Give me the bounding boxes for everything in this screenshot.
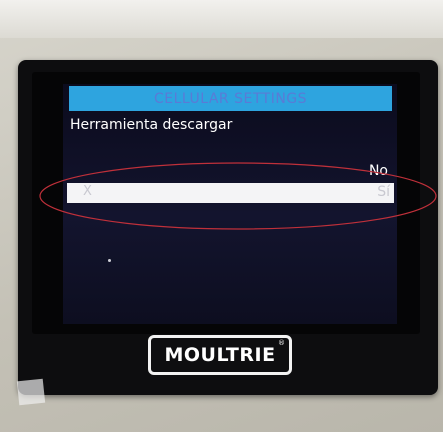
screen-title: CELLULAR SETTINGS bbox=[153, 90, 308, 107]
brand-logo: MOULTRIE ® bbox=[148, 335, 292, 375]
registered-mark: ® bbox=[278, 339, 285, 347]
wall-highlight bbox=[0, 0, 443, 38]
screen-speck bbox=[108, 259, 111, 262]
setting-label: Herramienta descargar bbox=[70, 117, 233, 133]
title-bar: CELLULAR SETTINGS bbox=[69, 86, 392, 111]
option-si: Sí bbox=[377, 184, 390, 200]
selection-marker: X bbox=[83, 184, 92, 199]
lcd-screen: CELLULAR SETTINGS Herramienta descargar … bbox=[63, 84, 397, 324]
option-no[interactable]: No bbox=[369, 163, 388, 179]
option-si-row[interactable]: X Sí bbox=[67, 183, 394, 203]
logo-text: MOULTRIE bbox=[164, 344, 276, 366]
tape-piece bbox=[16, 378, 46, 406]
